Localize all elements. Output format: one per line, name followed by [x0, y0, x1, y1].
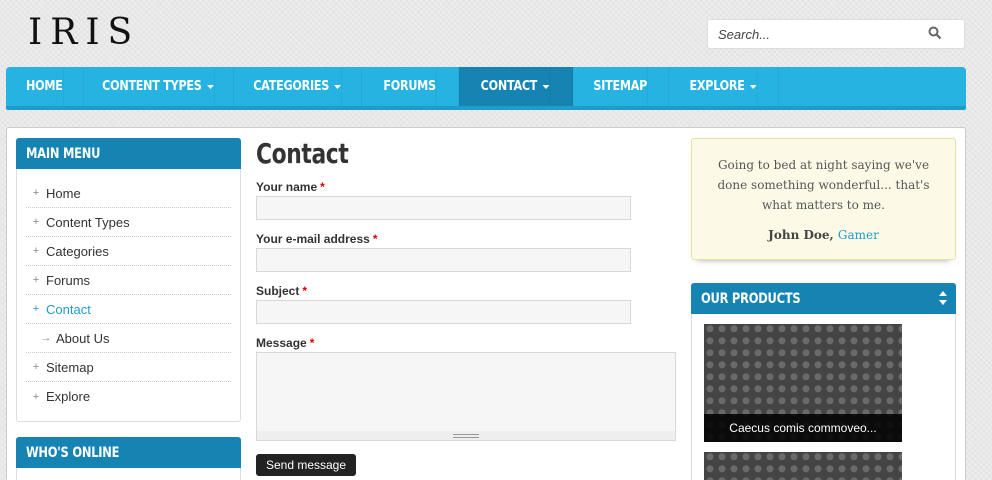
whos-online-block: WHO'S ONLINE: [16, 437, 241, 480]
nav-item-content-types[interactable]: CONTENT TYPES: [84, 67, 234, 106]
plus-icon: +: [32, 361, 40, 373]
email-field[interactable]: [256, 248, 631, 272]
nav-item-explore[interactable]: EXPLORE: [669, 67, 779, 106]
product-item[interactable]: Caecus comis commoveo...: [704, 324, 902, 442]
nav-label: CATEGORIES: [253, 79, 329, 94]
plus-icon: +: [32, 303, 40, 315]
subject-field[interactable]: [256, 300, 631, 324]
menu-item-label: Forums: [46, 272, 91, 288]
menu-item-home[interactable]: + Home: [26, 179, 231, 208]
plus-icon: +: [32, 245, 40, 257]
plus-icon: +: [32, 390, 40, 403]
nav-item-home[interactable]: HOME: [6, 67, 84, 106]
menu-item-label: Contact: [46, 301, 91, 317]
search-icon[interactable]: [928, 26, 942, 40]
plus-icon: +: [32, 187, 40, 199]
menu-item-label: Content Types: [46, 214, 130, 230]
send-message-button[interactable]: Send message: [256, 454, 356, 476]
menu-item-label: Sitemap: [46, 359, 94, 375]
menu-item-forums[interactable]: + Forums: [26, 266, 231, 295]
menu-item-about-us[interactable]: → About Us: [26, 324, 231, 353]
nav-item-forums[interactable]: FORUMS: [362, 67, 459, 106]
subject-label: Subject *: [256, 284, 308, 298]
quote-author: John Doe, Gamer: [768, 228, 879, 242]
plus-icon: +: [32, 216, 40, 228]
product-item[interactable]: [704, 452, 902, 480]
site-logo[interactable]: IRIS: [28, 12, 140, 53]
grip-icon: [453, 433, 479, 438]
menu-item-label: About Us: [56, 330, 110, 346]
caret-down-icon: [206, 84, 214, 89]
testimonial-quote: Going to bed at night saying we've done …: [691, 138, 956, 260]
main-nav: HOME CONTENT TYPES CATEGORIES FORUMS CON…: [6, 67, 966, 110]
nav-label: FORUMS: [383, 79, 436, 94]
menu-item-content-types[interactable]: + Content Types: [26, 208, 231, 237]
caret-down-icon: [749, 84, 757, 89]
author-role-link[interactable]: Gamer: [838, 228, 879, 242]
name-field[interactable]: [256, 196, 631, 220]
menu-item-label: Explore: [46, 389, 91, 404]
email-label: Your e-mail address *: [256, 232, 378, 246]
nav-label: CONTACT: [480, 79, 538, 94]
nav-label: HOME: [25, 79, 63, 94]
main-menu-list: + Home + Content Types + Categories + Forums…: [26, 179, 231, 411]
nav-label: EXPLORE: [689, 79, 745, 94]
caret-down-icon: [334, 84, 341, 89]
main-menu-title: MAIN MENU: [16, 138, 241, 169]
menu-item-explore[interactable]: + Explore: [26, 382, 231, 411]
menu-item-contact[interactable]: + Contact: [26, 295, 231, 324]
product-caption: Caecus comis commoveo...: [704, 414, 902, 442]
nav-item-categories[interactable]: CATEGORIES: [234, 67, 362, 106]
whos-online-title: WHO'S ONLINE: [16, 437, 241, 468]
menu-item-label: Categories: [46, 243, 109, 259]
nav-item-contact[interactable]: CONTACT: [459, 67, 573, 106]
quote-text: Going to bed at night saying we've done …: [717, 158, 930, 212]
message-field[interactable]: [256, 352, 676, 432]
search-box: [707, 19, 965, 49]
textarea-resize-handle[interactable]: [256, 431, 676, 441]
menu-item-label: Home: [46, 185, 81, 201]
our-products-title: OUR PRODUCTS: [691, 283, 956, 314]
nav-label: SITEMAP: [593, 79, 647, 94]
arrow-right-icon: →: [40, 332, 52, 344]
nav-item-sitemap[interactable]: SITEMAP: [573, 67, 669, 106]
menu-item-categories[interactable]: + Categories: [26, 237, 231, 266]
name-label: Your name *: [256, 180, 325, 194]
caret-down-icon: [542, 84, 550, 89]
search-input[interactable]: [718, 26, 918, 42]
main-menu-block: MAIN MENU + Home + Content Types + Categori…: [16, 138, 241, 422]
sort-arrows-icon[interactable]: [938, 290, 948, 306]
message-label: Message *: [256, 336, 315, 350]
menu-item-sitemap[interactable]: + Sitemap: [26, 353, 231, 382]
page-title: Contact: [256, 137, 349, 170]
plus-icon: +: [32, 274, 40, 286]
nav-label: CONTENT TYPES: [102, 79, 202, 94]
